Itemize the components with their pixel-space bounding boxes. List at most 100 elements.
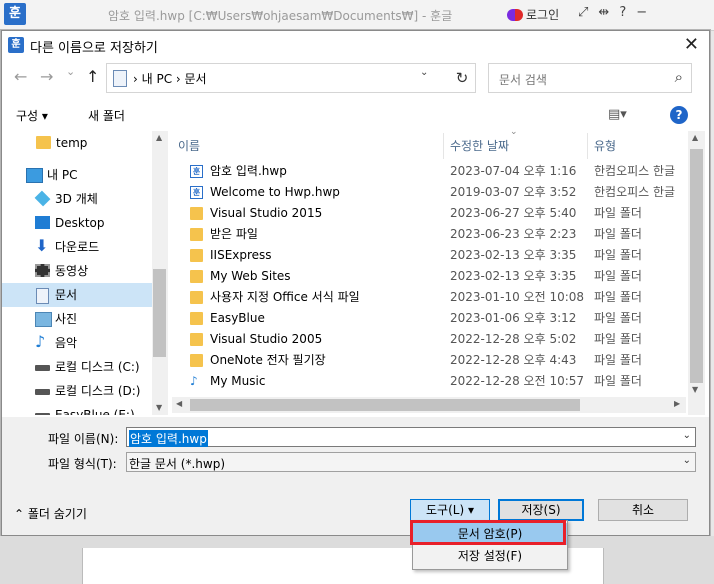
sidebar-item-desktop[interactable]: Desktop: [2, 211, 152, 235]
new-folder-button[interactable]: 새 폴더: [88, 107, 125, 124]
save-as-dialog: 훈 다른 이름으로 저장하기 ✕ ← → ⌄ ↑ › 내 PC › 문서 ⌄ ↻…: [1, 30, 710, 536]
folder-icon: [190, 312, 203, 325]
expand-icon[interactable]: ⤢: [578, 5, 588, 20]
list-item[interactable]: 사용자 지정 Office 서식 파일 2023-01-10 오전 10:08 …: [172, 287, 686, 308]
login-icon: [507, 8, 523, 21]
list-item[interactable]: 훈 암호 입력.hwp 2023-07-04 오후 1:16 한컴오피스 한글: [172, 161, 686, 182]
list-item[interactable]: Visual Studio 2005 2022-12-28 오후 5:02 파일…: [172, 329, 686, 350]
list-item[interactable]: 받은 파일 2023-06-23 오후 2:23 파일 폴더: [172, 224, 686, 245]
filename-input[interactable]: 암호 입력.hwp ⌄: [126, 427, 696, 447]
file-date: 2023-06-23 오후 2:23: [450, 227, 577, 241]
drive-icon: [35, 389, 50, 395]
file-type: 파일 폴더: [594, 374, 642, 388]
app-title-bar: 훈 암호 입력.hwp [C:₩Users₩ohjaesam₩Documents…: [0, 0, 714, 31]
drive-icon: [35, 365, 50, 371]
sidebar-item-downloads[interactable]: ⬇ 다운로드: [2, 235, 152, 259]
file-name: OneNote 전자 필기장: [210, 353, 326, 367]
file-date: 2023-01-06 오후 3:12: [450, 311, 577, 325]
file-name: EasyBlue: [210, 311, 265, 325]
save-button[interactable]: 저장(S): [498, 499, 584, 521]
help-icon[interactable]: ?: [670, 106, 688, 124]
list-item[interactable]: ♪ My Music 2022-12-28 오전 10:57 파일 폴더: [172, 371, 686, 392]
sidebar-item-pictures[interactable]: 사진: [2, 307, 152, 331]
file-type: 파일 폴더: [594, 290, 642, 304]
sidebar-item-drive-c[interactable]: 로컬 디스크 (C:): [2, 355, 152, 379]
sidebar-item-this-pc[interactable]: 내 PC: [2, 163, 152, 187]
help-icon[interactable]: ?: [619, 5, 626, 20]
list-item[interactable]: EasyBlue 2023-01-06 오후 3:12 파일 폴더: [172, 308, 686, 329]
sidebar-item-drive-e[interactable]: EasyBlue (E:): [2, 403, 152, 415]
chevron-down-icon[interactable]: ⌄: [683, 430, 691, 441]
folder-icon: [36, 136, 51, 149]
cancel-button[interactable]: 취소: [598, 499, 688, 521]
up-arrow-icon[interactable]: ↑: [86, 67, 99, 86]
hide-folders-toggle[interactable]: ⌃ 폴더 숨기기: [14, 505, 87, 522]
file-type: 파일 폴더: [594, 269, 642, 283]
sidebar-item-label: 내 PC: [47, 168, 78, 182]
scroll-right-icon[interactable]: ▶: [674, 399, 680, 408]
sidebar-item-label: 로컬 디스크 (D:): [55, 384, 141, 398]
download-icon: ⬇: [35, 236, 49, 255]
column-name[interactable]: 이름: [172, 133, 444, 159]
file-list-scroll-thumb[interactable]: [690, 149, 703, 383]
organize-button[interactable]: 구성 ▾: [16, 107, 48, 124]
file-date: 2023-02-13 오후 3:35: [450, 269, 577, 283]
pin-icon[interactable]: ⇹: [598, 5, 609, 20]
sidebar-item-temp[interactable]: temp: [2, 131, 152, 155]
view-options-icon[interactable]: ▤▾: [608, 107, 627, 122]
scroll-up-icon[interactable]: ▲: [156, 133, 162, 142]
file-type: 한컴오피스 한글: [594, 164, 676, 178]
scroll-left-icon[interactable]: ◀: [176, 399, 182, 408]
minimize-icon[interactable]: −: [636, 5, 647, 20]
pc-icon: [26, 168, 43, 183]
file-type: 한컴오피스 한글: [594, 185, 676, 199]
refresh-icon[interactable]: ↻: [449, 63, 476, 93]
scroll-down-icon[interactable]: ▼: [156, 403, 162, 412]
list-item[interactable]: OneNote 전자 필기장 2022-12-28 오후 4:43 파일 폴더: [172, 350, 686, 371]
address-bar[interactable]: › 내 PC › 문서: [106, 63, 450, 93]
scroll-up-icon[interactable]: ▲: [692, 133, 698, 142]
tools-button[interactable]: 도구(L) ▾: [410, 499, 490, 521]
login-label: 로그인: [526, 8, 560, 22]
file-type: 파일 폴더: [594, 332, 642, 346]
back-arrow-icon[interactable]: ←: [14, 67, 27, 86]
file-type: 파일 폴더: [594, 353, 642, 367]
filename-label: 파일 이름(N):: [48, 432, 119, 446]
file-list: 훈 암호 입력.hwp 2023-07-04 오후 1:16 한컴오피스 한글 …: [172, 161, 686, 393]
file-type: 파일 폴더: [594, 227, 642, 241]
sidebar-item-videos[interactable]: 동영상: [2, 259, 152, 283]
close-icon[interactable]: ✕: [684, 34, 699, 55]
scroll-down-icon[interactable]: ▼: [692, 385, 698, 394]
file-date: 2023-02-13 오후 3:35: [450, 248, 577, 262]
sidebar-item-drive-d[interactable]: 로컬 디스크 (D:): [2, 379, 152, 403]
menu-item-save-settings[interactable]: 저장 설정(F): [413, 545, 567, 567]
sidebar-item-3d-objects[interactable]: 3D 개체: [2, 187, 152, 211]
folder-icon: [190, 207, 203, 220]
address-path[interactable]: › 내 PC › 문서: [133, 70, 207, 87]
folder-icon: [190, 270, 203, 283]
filetype-value: 한글 문서 (*.hwp): [129, 457, 226, 471]
forward-arrow-icon[interactable]: →: [40, 67, 53, 86]
column-type[interactable]: 유형: [588, 133, 686, 159]
search-icon[interactable]: ⌕: [675, 68, 683, 86]
sidebar-item-label: 문서: [55, 288, 78, 302]
list-item[interactable]: My Web Sites 2023-02-13 오후 3:35 파일 폴더: [172, 266, 686, 287]
list-item[interactable]: 훈 Welcome to Hwp.hwp 2019-03-07 오후 3:52 …: [172, 182, 686, 203]
sidebar-item-label: EasyBlue (E:): [55, 408, 135, 415]
filetype-select[interactable]: 한글 문서 (*.hwp) ⌄: [126, 452, 696, 472]
sidebar-scroll-thumb[interactable]: [153, 269, 166, 357]
login-button[interactable]: 로그인: [507, 6, 559, 23]
chevron-down-icon[interactable]: ⌄: [420, 67, 428, 78]
file-date: 2022-12-28 오후 4:43: [450, 353, 577, 367]
list-item[interactable]: IISExpress 2023-02-13 오후 3:35 파일 폴더: [172, 245, 686, 266]
search-box[interactable]: 문서 검색 ⌕: [488, 63, 692, 93]
file-list-h-scroll-thumb[interactable]: [190, 399, 580, 411]
chevron-down-icon[interactable]: ⌄: [683, 455, 691, 466]
sidebar-item-documents[interactable]: 문서: [2, 283, 152, 307]
file-date: 2023-07-04 오후 1:16: [450, 164, 577, 178]
file-date: 2023-06-27 오후 5:40: [450, 206, 577, 220]
list-item[interactable]: Visual Studio 2015 2023-06-27 오후 5:40 파일…: [172, 203, 686, 224]
recent-dropdown-icon[interactable]: ⌄: [66, 65, 75, 78]
sidebar-item-label: temp: [56, 136, 88, 150]
sidebar-item-music[interactable]: ♪ 음악: [2, 331, 152, 355]
